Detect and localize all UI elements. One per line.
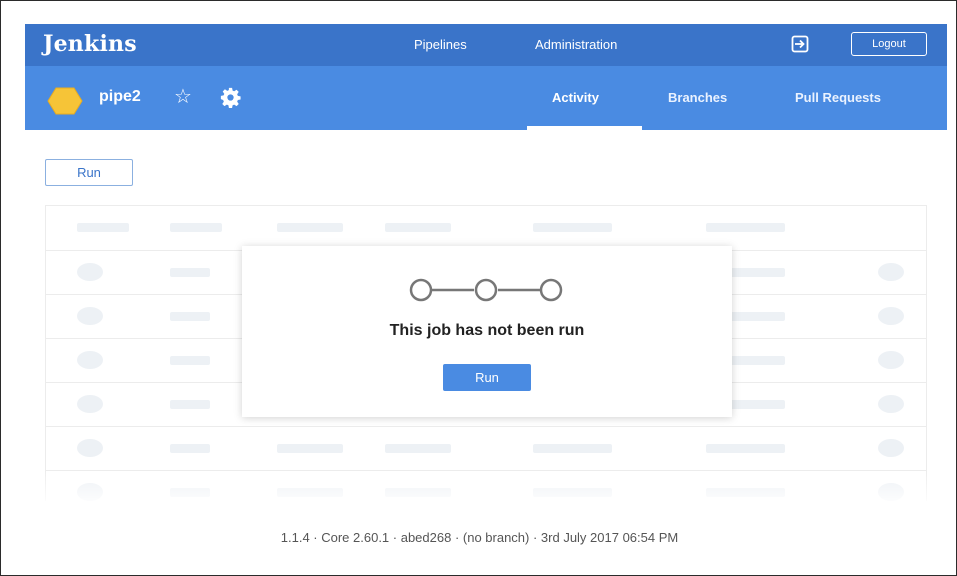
tab-pull-requests[interactable]: Pull Requests xyxy=(795,90,881,105)
empty-state-title: This job has not been run xyxy=(389,322,585,339)
jenkins-logo[interactable]: Jenkins xyxy=(43,31,137,57)
sign-in-icon[interactable] xyxy=(791,35,809,53)
empty-state-card: This job has not been run Run xyxy=(242,246,732,417)
table-row-placeholder xyxy=(46,426,926,471)
nav-pipelines[interactable]: Pipelines xyxy=(414,37,467,52)
nav-administration[interactable]: Administration xyxy=(535,37,617,52)
favorite-star-icon[interactable]: ☆ xyxy=(174,86,192,108)
pipeline-name[interactable]: pipe2 xyxy=(99,88,141,106)
pipeline-header: pipe2 ☆ Activity Branches Pull Requests xyxy=(25,66,947,130)
tab-branches[interactable]: Branches xyxy=(668,90,727,105)
tab-activity[interactable]: Activity xyxy=(552,90,599,105)
active-tab-indicator xyxy=(527,126,642,130)
gear-icon[interactable] xyxy=(220,87,241,108)
table-header-placeholder xyxy=(46,206,926,251)
version-footer: 1.1.4 · Core 2.60.1 · abed268 · (no bran… xyxy=(280,530,679,545)
pipeline-stages-icon xyxy=(409,278,563,302)
logout-button[interactable]: Logout xyxy=(851,32,927,56)
table-fade-overlay xyxy=(45,471,927,507)
app-window: Jenkins Pipelines Administration Logout … xyxy=(0,0,957,576)
empty-state-run-button[interactable]: Run xyxy=(443,364,531,391)
run-button[interactable]: Run xyxy=(45,159,133,186)
top-header: Jenkins Pipelines Administration Logout xyxy=(25,24,947,66)
sunny-weather-icon xyxy=(47,87,83,115)
